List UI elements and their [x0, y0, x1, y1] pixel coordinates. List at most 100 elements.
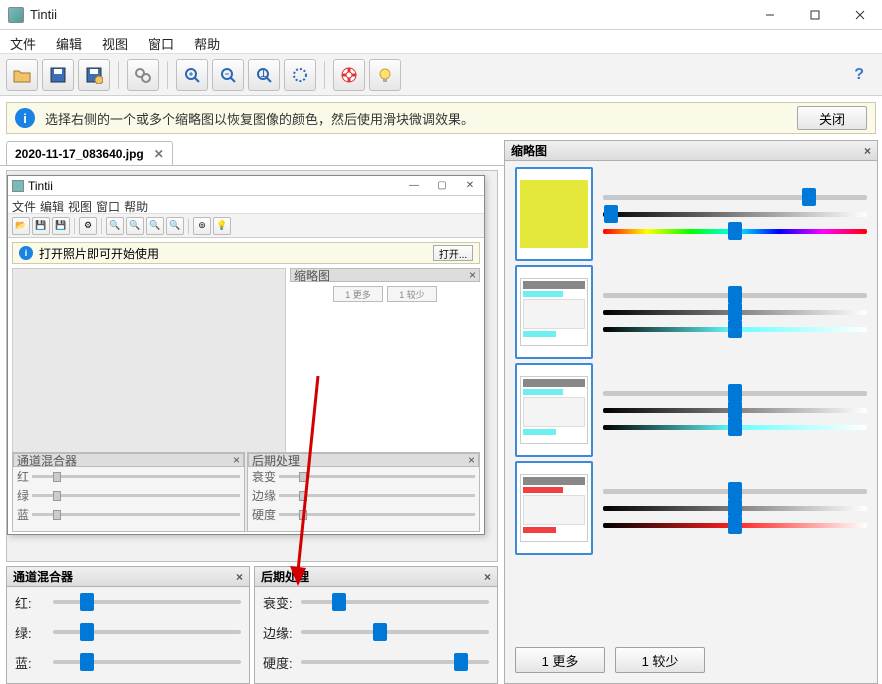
menu-edit[interactable]: 编辑 [46, 30, 92, 53]
slider-thumb[interactable] [728, 384, 742, 402]
thumb-slider[interactable] [603, 425, 867, 430]
slider-thumb[interactable] [80, 653, 94, 671]
slider-thumb[interactable] [728, 303, 742, 321]
slider-thumb[interactable] [373, 623, 387, 641]
thumbnail-close-icon[interactable]: × [864, 144, 871, 158]
post-panel: 后期处理× 衰变: 边缘: 硬度: [254, 566, 498, 684]
nested-zoom1-icon: 🔍 [146, 217, 164, 235]
nested-lbl: 衰变 [252, 468, 276, 485]
nested-toolbar: 📂 💾 💾 ⚙ 🔍 🔍 🔍 🔍 ⊚ 💡 [8, 214, 484, 238]
post-edge-label: 边缘: [263, 623, 293, 642]
thumb-slider[interactable] [603, 489, 867, 494]
thumb-slider[interactable] [603, 212, 867, 217]
post-edge-slider[interactable] [301, 630, 489, 634]
mixer-blue-slider[interactable] [53, 660, 241, 664]
menu-window[interactable]: 窗口 [138, 30, 184, 53]
open-button[interactable] [6, 59, 38, 91]
slider-thumb[interactable] [802, 188, 816, 206]
settings-button[interactable] [127, 59, 159, 91]
nested-gear-icon: ⚙ [79, 217, 97, 235]
tab-close-icon[interactable]: ✕ [154, 147, 164, 161]
slider-thumb[interactable] [728, 222, 742, 240]
zoom-fit-button[interactable] [284, 59, 316, 91]
slider-thumb[interactable] [80, 623, 94, 641]
slider-thumb[interactable] [454, 653, 468, 671]
thumb-slider[interactable] [603, 229, 867, 234]
thumb-slider[interactable] [603, 391, 867, 396]
save-as-button[interactable] [78, 59, 110, 91]
more-button[interactable]: 1 更多 [515, 647, 605, 673]
nested-lbl: 绿 [17, 487, 29, 504]
nested-zoomout-icon: 🔍 [126, 217, 144, 235]
slider-thumb[interactable] [80, 593, 94, 611]
menu-help[interactable]: 帮助 [184, 30, 230, 53]
nested-info-icon: i [19, 246, 33, 260]
zoom-out-button[interactable] [212, 59, 244, 91]
save-button[interactable] [42, 59, 74, 91]
slider-thumb[interactable] [728, 320, 742, 338]
maximize-button[interactable] [792, 0, 837, 30]
nested-lifebuoy-icon: ⊚ [193, 217, 211, 235]
thumbnail-swatch[interactable] [515, 461, 593, 555]
post-hard-label: 硬度: [263, 653, 293, 672]
thumbnail-swatch[interactable] [515, 363, 593, 457]
thumb-slider[interactable] [603, 195, 867, 200]
idea-button[interactable] [369, 59, 401, 91]
app-logo-icon [8, 7, 24, 23]
nested-info-bar: i 打开照片即可开始使用 打开... [12, 242, 480, 264]
toolbar: 1 ? [0, 54, 882, 96]
menu-view[interactable]: 视图 [92, 30, 138, 53]
slider-thumb[interactable] [728, 516, 742, 534]
slider-thumb[interactable] [604, 205, 618, 223]
thumb-slider[interactable] [603, 506, 867, 511]
nested-post-panel: 后期处理× 衰变 边缘 硬度 [247, 452, 480, 532]
window-title: Tintii [30, 7, 747, 22]
post-close-icon[interactable]: × [484, 570, 491, 584]
nested-menu-help: 帮助 [124, 198, 148, 211]
nested-titlebar: Tintii — ▢ ✕ [8, 176, 484, 196]
post-decay-slider[interactable] [301, 600, 489, 604]
thumb-slider[interactable] [603, 523, 867, 528]
nested-mixer-title: 通道混合器 [17, 452, 77, 469]
less-button[interactable]: 1 较少 [615, 647, 705, 673]
slider-thumb[interactable] [728, 482, 742, 500]
zoom-100-button[interactable]: 1 [248, 59, 280, 91]
mixer-red-slider[interactable] [53, 600, 241, 604]
thumbnail-swatch[interactable] [515, 167, 593, 261]
thumbnail-swatch[interactable] [515, 265, 593, 359]
info-message: 选择右侧的一个或多个缩略图以恢复图像的颜色，然后使用滑块微调效果。 [45, 109, 787, 128]
slider-thumb[interactable] [728, 418, 742, 436]
nested-max-icon: ▢ [428, 177, 456, 195]
info-icon: i [15, 108, 35, 128]
nested-sep [101, 218, 102, 234]
slider-thumb[interactable] [728, 401, 742, 419]
nested-lbl: 蓝 [17, 506, 29, 523]
mixer-green-label: 绿: [15, 623, 45, 642]
help-lifebuoy-button[interactable] [333, 59, 365, 91]
nested-lbl: 硬度 [252, 506, 276, 523]
mixer-green-slider[interactable] [53, 630, 241, 634]
post-hard-slider[interactable] [301, 660, 489, 664]
zoom-in-button[interactable] [176, 59, 208, 91]
toolbar-separator [324, 61, 325, 89]
thumb-slider[interactable] [603, 293, 867, 298]
info-close-button[interactable]: 关闭 [797, 106, 867, 130]
nested-menu-file: 文件 [12, 198, 36, 211]
nested-sep [188, 218, 189, 234]
menu-file[interactable]: 文件 [0, 30, 46, 53]
nested-zoomfit-icon: 🔍 [166, 217, 184, 235]
close-button[interactable] [837, 0, 882, 30]
thumb-slider[interactable] [603, 408, 867, 413]
slider-thumb[interactable] [332, 593, 346, 611]
help-icon[interactable]: ? [854, 66, 864, 84]
mixer-close-icon[interactable]: × [236, 570, 243, 584]
document-tab[interactable]: 2020-11-17_083640.jpg ✕ [6, 141, 173, 165]
nested-min-icon: — [400, 177, 428, 195]
nested-window: Tintii — ▢ ✕ 文件 编辑 视图 窗口 帮助 📂 💾 [7, 175, 485, 535]
thumbnail-row [515, 461, 867, 555]
minimize-button[interactable] [747, 0, 792, 30]
slider-thumb[interactable] [728, 499, 742, 517]
thumb-slider[interactable] [603, 310, 867, 315]
thumb-slider[interactable] [603, 327, 867, 332]
slider-thumb[interactable] [728, 286, 742, 304]
